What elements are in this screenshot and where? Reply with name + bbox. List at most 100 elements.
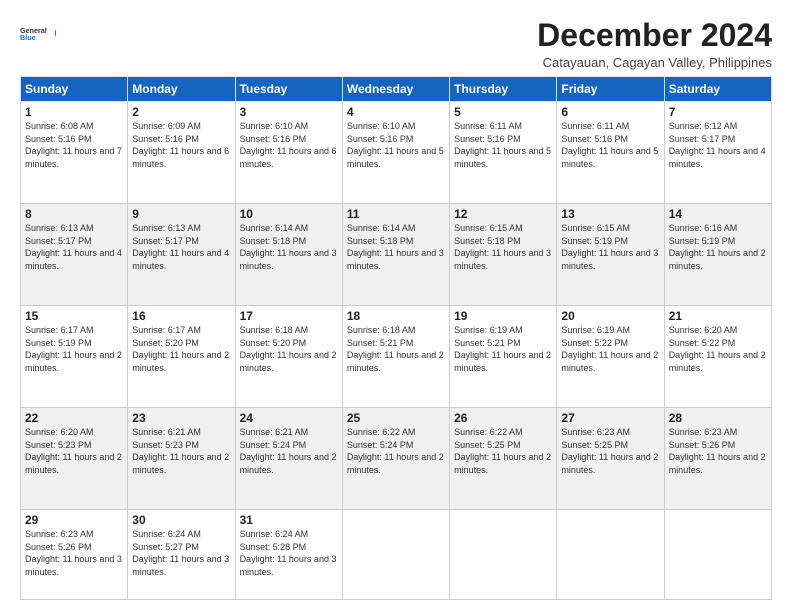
sunset-label: Sunset: 5:23 PM (25, 440, 92, 450)
calendar-cell: 7 Sunrise: 6:12 AM Sunset: 5:17 PM Dayli… (664, 102, 771, 204)
day-number: 26 (454, 411, 552, 425)
day-number: 27 (561, 411, 659, 425)
calendar-cell: 25 Sunrise: 6:22 AM Sunset: 5:24 PM Dayl… (342, 408, 449, 510)
day-info: Sunrise: 6:16 AM Sunset: 5:19 PM Dayligh… (669, 222, 767, 272)
calendar-cell: 24 Sunrise: 6:21 AM Sunset: 5:24 PM Dayl… (235, 408, 342, 510)
sunset-label: Sunset: 5:23 PM (132, 440, 199, 450)
calendar-cell: 3 Sunrise: 6:10 AM Sunset: 5:16 PM Dayli… (235, 102, 342, 204)
daylight-label: Daylight: 11 hours and 3 minutes. (561, 248, 658, 271)
day-number: 13 (561, 207, 659, 221)
col-header-wednesday: Wednesday (342, 77, 449, 102)
calendar-table: SundayMondayTuesdayWednesdayThursdayFrid… (20, 76, 772, 600)
daylight-label: Daylight: 11 hours and 2 minutes. (561, 452, 658, 475)
day-info: Sunrise: 6:20 AM Sunset: 5:22 PM Dayligh… (669, 324, 767, 374)
sunset-label: Sunset: 5:16 PM (240, 134, 307, 144)
day-info: Sunrise: 6:09 AM Sunset: 5:16 PM Dayligh… (132, 120, 230, 170)
calendar-cell: 15 Sunrise: 6:17 AM Sunset: 5:19 PM Dayl… (21, 306, 128, 408)
calendar-cell: 16 Sunrise: 6:17 AM Sunset: 5:20 PM Dayl… (128, 306, 235, 408)
calendar-cell: 31 Sunrise: 6:24 AM Sunset: 5:28 PM Dayl… (235, 510, 342, 600)
calendar-cell: 13 Sunrise: 6:15 AM Sunset: 5:19 PM Dayl… (557, 204, 664, 306)
sunset-label: Sunset: 5:16 PM (25, 134, 92, 144)
sunrise-label: Sunrise: 6:20 AM (25, 427, 94, 437)
day-number: 25 (347, 411, 445, 425)
day-number: 18 (347, 309, 445, 323)
sunset-label: Sunset: 5:19 PM (25, 338, 92, 348)
sunset-label: Sunset: 5:17 PM (669, 134, 736, 144)
sunset-label: Sunset: 5:25 PM (454, 440, 521, 450)
day-info: Sunrise: 6:23 AM Sunset: 5:26 PM Dayligh… (25, 528, 123, 578)
day-number: 14 (669, 207, 767, 221)
sunset-label: Sunset: 5:16 PM (561, 134, 628, 144)
day-info: Sunrise: 6:17 AM Sunset: 5:20 PM Dayligh… (132, 324, 230, 374)
sunset-label: Sunset: 5:25 PM (561, 440, 628, 450)
calendar-cell: 10 Sunrise: 6:14 AM Sunset: 5:18 PM Dayl… (235, 204, 342, 306)
daylight-label: Daylight: 11 hours and 4 minutes. (132, 248, 229, 271)
daylight-label: Daylight: 11 hours and 3 minutes. (132, 554, 229, 577)
calendar-cell (664, 510, 771, 600)
calendar-cell: 30 Sunrise: 6:24 AM Sunset: 5:27 PM Dayl… (128, 510, 235, 600)
calendar-week-5: 29 Sunrise: 6:23 AM Sunset: 5:26 PM Dayl… (21, 510, 772, 600)
sunrise-label: Sunrise: 6:10 AM (347, 121, 416, 131)
day-number: 2 (132, 105, 230, 119)
sunrise-label: Sunrise: 6:14 AM (240, 223, 309, 233)
sunset-label: Sunset: 5:18 PM (347, 236, 414, 246)
day-number: 21 (669, 309, 767, 323)
calendar-cell: 2 Sunrise: 6:09 AM Sunset: 5:16 PM Dayli… (128, 102, 235, 204)
day-number: 10 (240, 207, 338, 221)
calendar-cell: 12 Sunrise: 6:15 AM Sunset: 5:18 PM Dayl… (450, 204, 557, 306)
calendar-cell: 27 Sunrise: 6:23 AM Sunset: 5:25 PM Dayl… (557, 408, 664, 510)
sunset-label: Sunset: 5:16 PM (454, 134, 521, 144)
calendar-cell: 11 Sunrise: 6:14 AM Sunset: 5:18 PM Dayl… (342, 204, 449, 306)
daylight-label: Daylight: 11 hours and 6 minutes. (132, 146, 229, 169)
sunrise-label: Sunrise: 6:23 AM (669, 427, 738, 437)
sunrise-label: Sunrise: 6:22 AM (347, 427, 416, 437)
col-header-monday: Monday (128, 77, 235, 102)
sunrise-label: Sunrise: 6:23 AM (25, 529, 94, 539)
day-number: 30 (132, 513, 230, 527)
sunrise-label: Sunrise: 6:13 AM (25, 223, 94, 233)
day-info: Sunrise: 6:22 AM Sunset: 5:24 PM Dayligh… (347, 426, 445, 476)
day-number: 7 (669, 105, 767, 119)
calendar-cell: 6 Sunrise: 6:11 AM Sunset: 5:16 PM Dayli… (557, 102, 664, 204)
day-info: Sunrise: 6:10 AM Sunset: 5:16 PM Dayligh… (347, 120, 445, 170)
sunrise-label: Sunrise: 6:24 AM (132, 529, 201, 539)
daylight-label: Daylight: 11 hours and 5 minutes. (454, 146, 551, 169)
daylight-label: Daylight: 11 hours and 2 minutes. (669, 248, 766, 271)
calendar-cell: 21 Sunrise: 6:20 AM Sunset: 5:22 PM Dayl… (664, 306, 771, 408)
daylight-label: Daylight: 11 hours and 5 minutes. (561, 146, 658, 169)
daylight-label: Daylight: 11 hours and 2 minutes. (669, 452, 766, 475)
sunset-label: Sunset: 5:18 PM (454, 236, 521, 246)
day-info: Sunrise: 6:24 AM Sunset: 5:28 PM Dayligh… (240, 528, 338, 578)
sunset-label: Sunset: 5:20 PM (132, 338, 199, 348)
calendar-header-row: SundayMondayTuesdayWednesdayThursdayFrid… (21, 77, 772, 102)
sunset-label: Sunset: 5:16 PM (347, 134, 414, 144)
day-info: Sunrise: 6:13 AM Sunset: 5:17 PM Dayligh… (25, 222, 123, 272)
calendar-cell: 14 Sunrise: 6:16 AM Sunset: 5:19 PM Dayl… (664, 204, 771, 306)
sunrise-label: Sunrise: 6:10 AM (240, 121, 309, 131)
daylight-label: Daylight: 11 hours and 7 minutes. (25, 146, 122, 169)
col-header-thursday: Thursday (450, 77, 557, 102)
day-info: Sunrise: 6:23 AM Sunset: 5:25 PM Dayligh… (561, 426, 659, 476)
day-info: Sunrise: 6:11 AM Sunset: 5:16 PM Dayligh… (561, 120, 659, 170)
calendar-cell: 4 Sunrise: 6:10 AM Sunset: 5:16 PM Dayli… (342, 102, 449, 204)
calendar-cell: 29 Sunrise: 6:23 AM Sunset: 5:26 PM Dayl… (21, 510, 128, 600)
daylight-label: Daylight: 11 hours and 2 minutes. (25, 350, 122, 373)
sunrise-label: Sunrise: 6:19 AM (454, 325, 523, 335)
sunset-label: Sunset: 5:26 PM (669, 440, 736, 450)
day-info: Sunrise: 6:21 AM Sunset: 5:24 PM Dayligh… (240, 426, 338, 476)
day-info: Sunrise: 6:23 AM Sunset: 5:26 PM Dayligh… (669, 426, 767, 476)
sunrise-label: Sunrise: 6:17 AM (132, 325, 201, 335)
day-info: Sunrise: 6:14 AM Sunset: 5:18 PM Dayligh… (347, 222, 445, 272)
sunrise-label: Sunrise: 6:15 AM (561, 223, 630, 233)
sunrise-label: Sunrise: 6:17 AM (25, 325, 94, 335)
calendar-cell: 18 Sunrise: 6:18 AM Sunset: 5:21 PM Dayl… (342, 306, 449, 408)
day-number: 9 (132, 207, 230, 221)
daylight-label: Daylight: 11 hours and 2 minutes. (132, 350, 229, 373)
calendar-cell: 1 Sunrise: 6:08 AM Sunset: 5:16 PM Dayli… (21, 102, 128, 204)
day-number: 23 (132, 411, 230, 425)
sunrise-label: Sunrise: 6:16 AM (669, 223, 738, 233)
subtitle: Catayauan, Cagayan Valley, Philippines (537, 55, 772, 70)
page: General Blue December 2024 Catayauan, Ca… (0, 0, 792, 612)
sunrise-label: Sunrise: 6:18 AM (347, 325, 416, 335)
sunset-label: Sunset: 5:24 PM (347, 440, 414, 450)
